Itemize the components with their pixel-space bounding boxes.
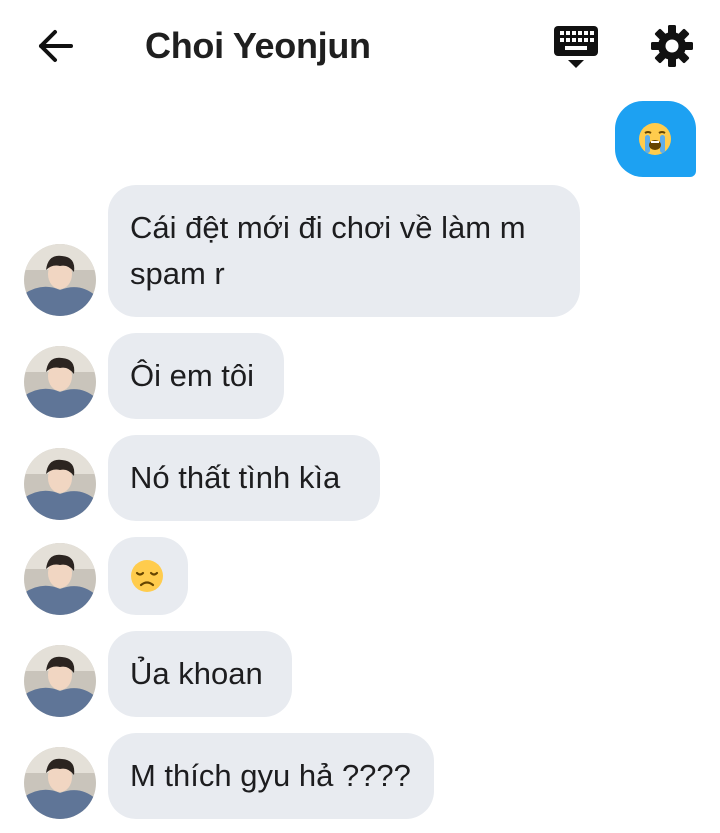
avatar-photo xyxy=(24,645,96,717)
conversation-title: Choi Yeonjun xyxy=(145,25,371,66)
received-message-bubble[interactable] xyxy=(108,537,188,615)
sent-message-bubble[interactable] xyxy=(615,101,696,177)
sender-avatar[interactable] xyxy=(24,543,96,615)
sender-avatar[interactable] xyxy=(24,244,96,316)
keyboard-button[interactable] xyxy=(552,24,600,70)
disappointed-face-emoji xyxy=(131,560,163,592)
keyboard-icon xyxy=(554,26,598,68)
avatar-photo xyxy=(24,448,96,520)
gear-icon xyxy=(651,25,693,67)
avatar-photo xyxy=(24,244,96,316)
received-message-bubble[interactable]: Nó thất tình kìa xyxy=(108,435,380,521)
message-text: Cái đệt mới đi chơi về làm m spam r xyxy=(130,210,526,291)
received-message-bubble[interactable]: M thích gyu hả ???? xyxy=(108,733,434,819)
sender-avatar[interactable] xyxy=(24,448,96,520)
message-text: M thích gyu hả ???? xyxy=(130,758,411,793)
avatar-photo xyxy=(24,747,96,819)
received-message-bubble[interactable]: Cái đệt mới đi chơi về làm m spam r xyxy=(108,185,580,317)
sender-avatar[interactable] xyxy=(24,645,96,717)
loudly-crying-face-emoji xyxy=(639,123,671,155)
sender-avatar[interactable] xyxy=(24,747,96,819)
settings-button[interactable] xyxy=(648,22,696,70)
sender-avatar[interactable] xyxy=(24,346,96,418)
message-text: Ôi em tôi xyxy=(130,358,255,393)
chat-screen: Choi Yeonjun Cái đệt mới đi chơi về làm … xyxy=(0,0,720,833)
avatar-photo xyxy=(24,543,96,615)
arrow-left-icon xyxy=(39,30,73,62)
message-text: Ủa khoan xyxy=(130,656,263,691)
back-button[interactable] xyxy=(34,26,78,66)
avatar-photo xyxy=(24,346,96,418)
received-message-bubble[interactable]: Ôi em tôi xyxy=(108,333,284,419)
received-message-bubble[interactable]: Ủa khoan xyxy=(108,631,292,717)
message-text: Nó thất tình kìa xyxy=(130,460,341,495)
chat-header: Choi Yeonjun xyxy=(0,0,720,92)
